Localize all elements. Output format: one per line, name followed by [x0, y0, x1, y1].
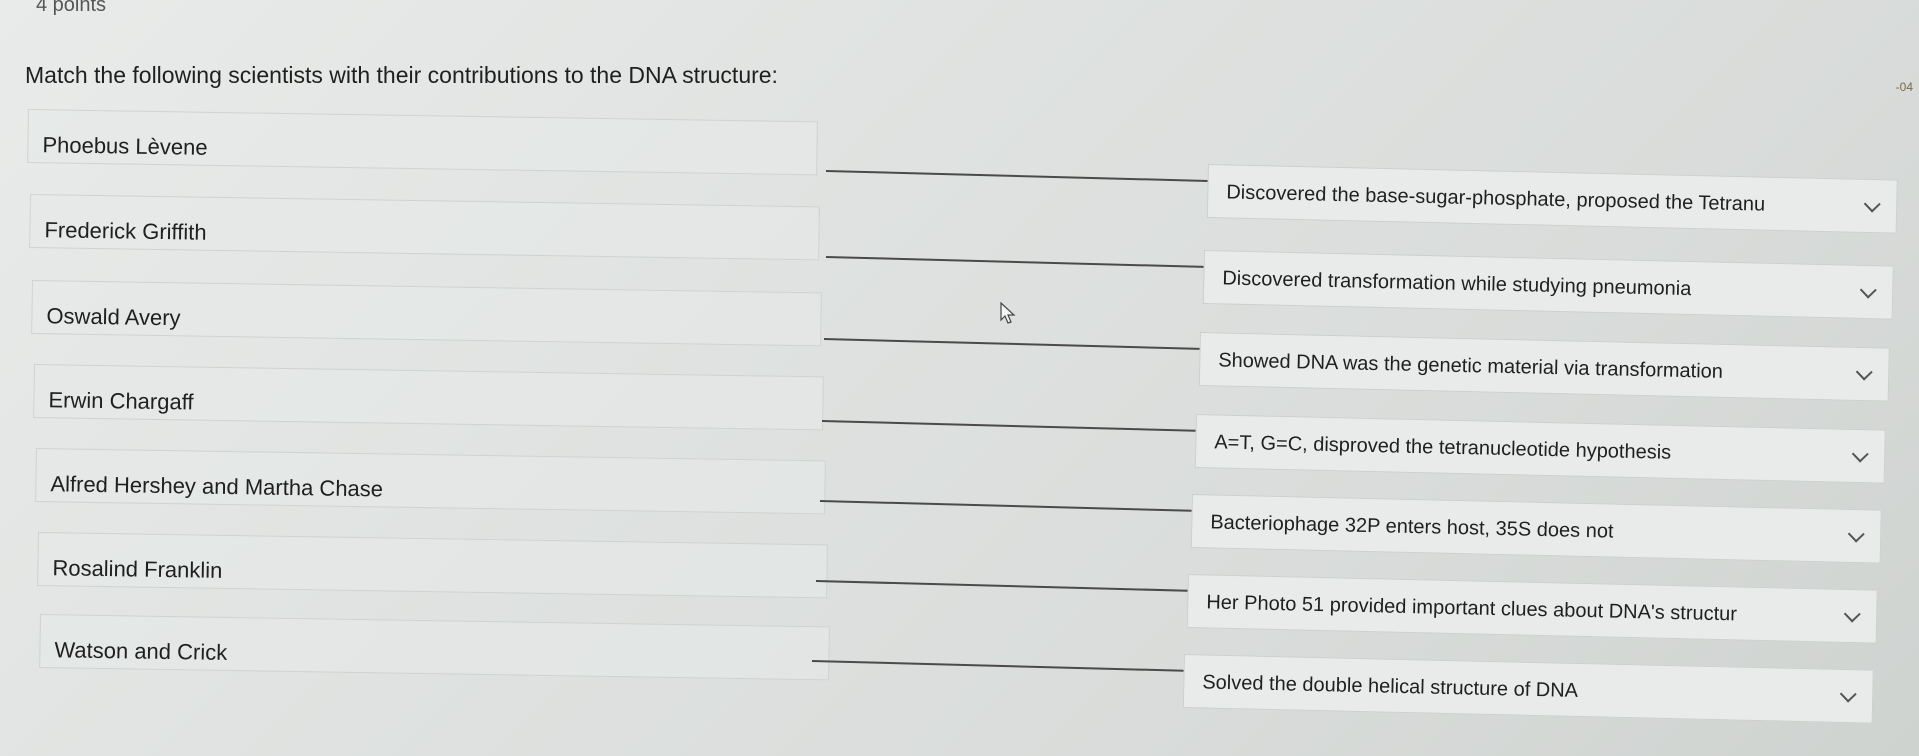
- chevron-down-icon: [1863, 195, 1881, 213]
- match-line: [811, 660, 1184, 672]
- scientist-label: Phoebus Lèvene: [42, 132, 208, 160]
- answer-dropdown-levene[interactable]: Discovered the base-sugar-phosphate, pro…: [1206, 164, 1898, 234]
- chevron-down-icon: [1855, 363, 1873, 381]
- answer-label: Bacteriophage 32P enters host, 35S does …: [1210, 511, 1614, 543]
- chevron-down-icon: [1847, 525, 1865, 543]
- points-label: 4 points: [36, 0, 107, 16]
- answer-dropdown-griffith[interactable]: Discovered transformation while studying…: [1202, 250, 1894, 320]
- scientist-box-griffith: Frederick Griffith: [29, 194, 820, 261]
- scientist-label: Oswald Avery: [46, 303, 181, 331]
- scientist-box-chargaff: Erwin Chargaff: [33, 364, 824, 431]
- scientist-label: Erwin Chargaff: [48, 387, 194, 415]
- chevron-down-icon: [1843, 605, 1861, 623]
- match-line: [819, 500, 1192, 512]
- question-text: Match the following scientists with thei…: [25, 62, 778, 88]
- answer-dropdown-franklin[interactable]: Her Photo 51 provided important clues ab…: [1186, 574, 1878, 644]
- answer-label: Solved the double helical structure of D…: [1202, 671, 1579, 702]
- scientist-box-franklin: Rosalind Franklin: [37, 532, 828, 599]
- answer-dropdown-chargaff[interactable]: A=T, G=C, disproved the tetranucleotide …: [1194, 414, 1886, 484]
- chevron-down-icon: [1859, 281, 1877, 299]
- chevron-down-icon: [1839, 685, 1857, 703]
- answer-label: Showed DNA was the genetic material via …: [1218, 349, 1724, 383]
- scientist-label: Frederick Griffith: [44, 217, 207, 245]
- answer-dropdown-hershey-chase[interactable]: Bacteriophage 32P enters host, 35S does …: [1190, 494, 1882, 564]
- answer-label: Discovered transformation while studying…: [1222, 267, 1692, 301]
- chevron-down-icon: [1851, 445, 1869, 463]
- scientist-box-levene: Phoebus Lèvene: [27, 109, 818, 176]
- scientist-label: Watson and Crick: [54, 637, 228, 665]
- mouse-cursor-icon: [1000, 302, 1016, 324]
- answer-label: Her Photo 51 provided important clues ab…: [1206, 591, 1738, 626]
- scientist-label: Alfred Hershey and Martha Chase: [50, 471, 384, 502]
- match-line: [821, 420, 1196, 432]
- scientist-box-avery: Oswald Avery: [31, 280, 822, 347]
- match-line: [815, 580, 1188, 592]
- answer-label: Discovered the base-sugar-phosphate, pro…: [1226, 181, 1766, 216]
- scientist-label: Rosalind Franklin: [52, 555, 223, 583]
- scientist-box-watson-crick: Watson and Crick: [39, 614, 830, 681]
- match-line: [823, 338, 1200, 350]
- answer-dropdown-watson-crick[interactable]: Solved the double helical structure of D…: [1182, 654, 1874, 724]
- edge-mark: -04: [1895, 80, 1913, 94]
- scientist-box-hershey-chase: Alfred Hershey and Martha Chase: [35, 448, 826, 515]
- match-line: [825, 170, 1208, 182]
- answer-label: A=T, G=C, disproved the tetranucleotide …: [1214, 431, 1672, 464]
- answer-dropdown-avery[interactable]: Showed DNA was the genetic material via …: [1198, 332, 1890, 402]
- match-line: [825, 256, 1204, 268]
